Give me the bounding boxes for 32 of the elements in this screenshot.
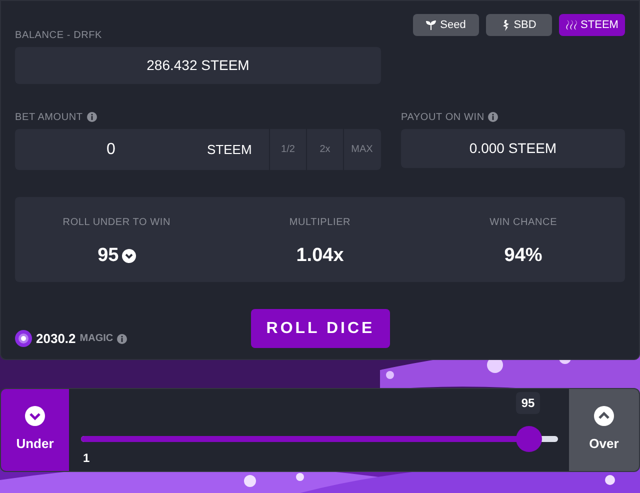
stat-label: WIN CHANCE: [490, 216, 558, 230]
field-label: BET AMOUNT: [15, 110, 83, 124]
info-icon: [117, 334, 128, 344]
currency-unit: STEEM: [207, 140, 253, 159]
currency-button[interactable]: SBD: [486, 14, 552, 36]
stat-value: 1.04x: [296, 244, 344, 268]
over-button[interactable]: Over: [569, 389, 639, 471]
chevron-down-icon[interactable]: [122, 249, 136, 264]
info-icon: [86, 112, 97, 122]
magic-label: MAGIC: [80, 332, 114, 346]
info-icon: [488, 112, 498, 122]
slider-min-label: 1: [83, 450, 90, 467]
stat-label: MULTIPLIER: [289, 216, 351, 230]
payout-display: 0.000 STEEM: [401, 129, 625, 168]
chevron-down-icon: [25, 406, 45, 426]
magic-balance: 2030.2: [36, 330, 76, 348]
field-label: PAYOUT ON WIN: [401, 110, 484, 124]
balance-display: 286.432 STEEM: [15, 47, 381, 84]
magic-token-icon: [15, 330, 32, 348]
sprout-icon: [426, 20, 436, 30]
currency-button[interactable]: Seed: [413, 14, 479, 36]
field-label: BALANCE - DRFK: [15, 28, 102, 42]
roll-dice-button[interactable]: ROLL DICE: [251, 309, 390, 348]
currency-button[interactable]: STEEM: [559, 14, 625, 36]
under-button[interactable]: Under: [1, 389, 69, 471]
bet-value: 0: [106, 140, 116, 160]
stat-label: ROLL UNDER TO WIN: [62, 216, 171, 230]
slider-value-tooltip: 95: [516, 392, 540, 414]
stat-value: 95: [98, 244, 119, 268]
stat-value: 94%: [504, 244, 542, 268]
chevron-up-icon: [594, 406, 614, 426]
slider-thumb[interactable]: [516, 426, 542, 452]
